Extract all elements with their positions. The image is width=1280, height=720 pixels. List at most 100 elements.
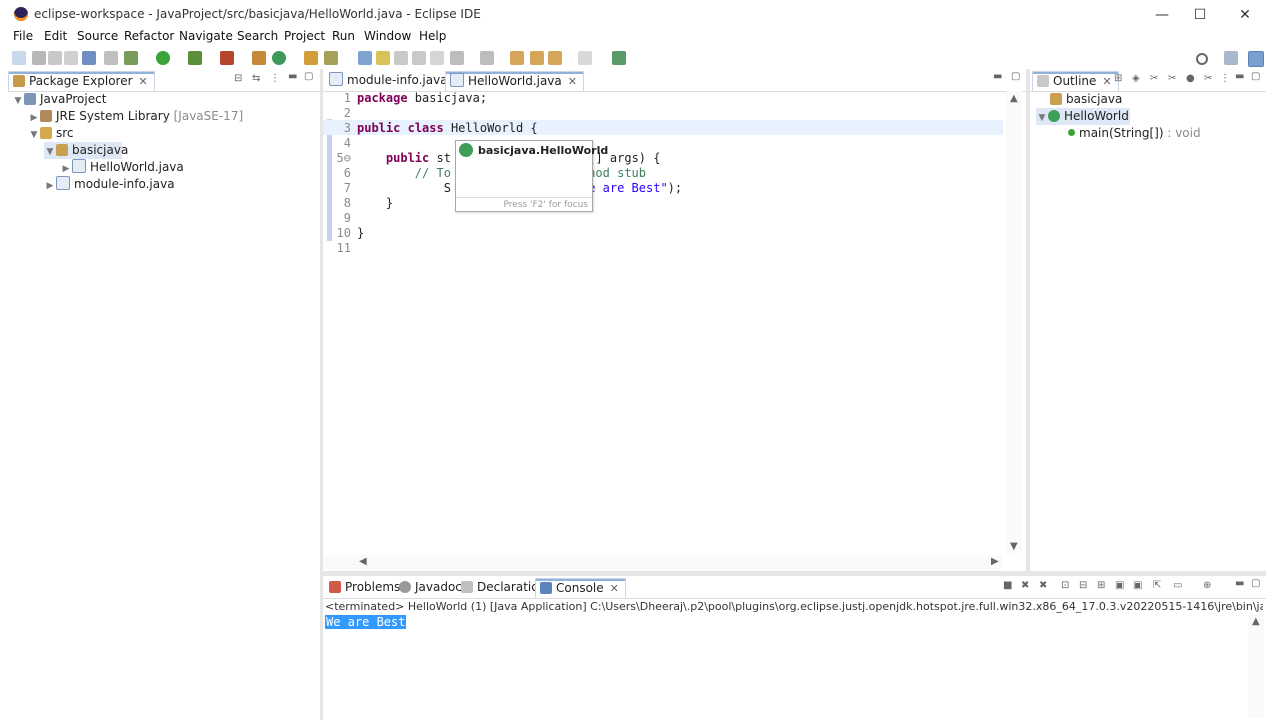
view-menu-icon[interactable]: ⋮ xyxy=(1220,73,1230,84)
maximize-view-icon[interactable]: ▢ xyxy=(1251,578,1260,589)
scroll-right-icon[interactable]: ▶ xyxy=(991,556,999,567)
tree-item-module-info[interactable]: ▶ module-info.java xyxy=(44,176,175,193)
hide-static-icon[interactable]: ✂ xyxy=(1150,73,1158,84)
outline-package[interactable]: basicjava xyxy=(1050,91,1122,108)
maximize-view-icon[interactable]: ▢ xyxy=(1011,71,1020,82)
show-on-output-icon[interactable]: ▣ xyxy=(1115,580,1124,591)
navigate-back-icon[interactable] xyxy=(548,51,562,65)
outline-class[interactable]: ▼ HelloWorld xyxy=(1036,108,1130,125)
new-package-icon[interactable] xyxy=(252,51,266,65)
menu-window[interactable]: Window xyxy=(364,29,411,43)
pin-console-icon[interactable]: ⇱ xyxy=(1153,580,1161,591)
code-line[interactable]: 2 xyxy=(323,106,357,121)
next-edit-icon[interactable] xyxy=(450,51,464,65)
minimize-view-icon[interactable]: ▬ xyxy=(993,71,1002,82)
new-icon[interactable] xyxy=(12,51,26,65)
save-all-icon[interactable] xyxy=(48,51,62,65)
outline-method[interactable]: main(String[]) : void xyxy=(1068,125,1201,142)
word-wrap-icon[interactable]: ⊞ xyxy=(1097,580,1105,591)
run-icon[interactable] xyxy=(156,51,170,65)
console-output[interactable]: We are Best xyxy=(325,615,407,629)
sort-icon[interactable]: ⊞ xyxy=(1114,73,1122,84)
previous-edit-icon[interactable] xyxy=(480,51,494,65)
block-selection-icon[interactable] xyxy=(394,51,408,65)
collapse-all-icon[interactable]: ⊟ xyxy=(234,73,242,84)
code-line[interactable]: 8 } xyxy=(323,196,393,211)
save-icon[interactable] xyxy=(32,51,46,65)
toggle-mark-occurrences-icon[interactable] xyxy=(376,51,390,65)
tree-item-jre[interactable]: ▶ JRE System Library [JavaSE-17] xyxy=(28,108,244,125)
tab-package-explorer[interactable]: Package Explorer ✕ xyxy=(8,71,155,91)
chevron-down-icon[interactable]: ▼ xyxy=(12,93,24,110)
console-scrollbar[interactable]: ▲ xyxy=(1248,614,1264,718)
code-line[interactable]: 9 xyxy=(323,211,357,226)
code-line[interactable]: 1 package basicjava; xyxy=(323,91,487,106)
close-tab-icon[interactable]: ✕ xyxy=(610,582,619,595)
pin-editor-icon[interactable] xyxy=(612,51,626,65)
open-type-icon[interactable] xyxy=(304,51,318,65)
forward-icon[interactable] xyxy=(530,51,544,65)
scroll-up-icon[interactable]: ▲ xyxy=(1010,93,1018,104)
scroll-down-icon[interactable]: ▼ xyxy=(1010,541,1018,552)
filter-icon[interactable]: ✂ xyxy=(1204,73,1212,84)
code-line[interactable]: 11 xyxy=(323,241,357,256)
view-menu-icon[interactable]: ⋮ xyxy=(270,73,280,84)
new-class-icon[interactable] xyxy=(272,51,286,65)
navigate-forward-icon[interactable] xyxy=(578,51,592,65)
remove-all-icon[interactable]: ✖ xyxy=(1039,580,1047,591)
menu-edit[interactable]: Edit xyxy=(44,29,67,43)
tab-outline[interactable]: Outline ✕ xyxy=(1032,71,1119,91)
word-wrap-icon[interactable] xyxy=(412,51,426,65)
close-tab-icon[interactable]: ✕ xyxy=(139,75,148,88)
code-line[interactable]: 10} xyxy=(323,226,365,241)
code-line[interactable]: 3 public class HelloWorld { xyxy=(323,121,538,136)
skip-breakpoints-icon[interactable] xyxy=(104,51,118,65)
menu-refactor[interactable]: Refactor xyxy=(124,29,174,43)
scroll-up-icon[interactable]: ▲ xyxy=(1252,616,1260,627)
display-console-icon[interactable]: ▭ xyxy=(1173,580,1182,591)
external-tools-icon[interactable] xyxy=(220,51,234,65)
terminal-icon[interactable] xyxy=(82,51,96,65)
minimize-view-icon[interactable]: ▬ xyxy=(288,71,297,82)
scroll-lock-icon[interactable]: ⊟ xyxy=(1079,580,1087,591)
menu-navigate[interactable]: Navigate xyxy=(179,29,233,43)
hide-fields-icon[interactable]: ◈ xyxy=(1132,73,1140,84)
debug-icon[interactable] xyxy=(124,51,138,65)
chevron-down-icon[interactable]: ▼ xyxy=(28,127,40,144)
open-perspective-icon[interactable] xyxy=(1224,51,1238,65)
link-editor-icon[interactable]: ⇆ xyxy=(252,73,260,84)
open-console-icon[interactable]: ⊕ xyxy=(1203,580,1211,591)
menu-file[interactable]: File xyxy=(13,29,33,43)
scroll-left-icon[interactable]: ◀ xyxy=(359,556,367,567)
menu-source[interactable]: Source xyxy=(77,29,118,43)
coverage-icon[interactable] xyxy=(188,51,202,65)
menu-project[interactable]: Project xyxy=(284,29,325,43)
search-tool-icon[interactable] xyxy=(324,51,338,65)
tree-item-project[interactable]: ▼ JavaProject xyxy=(12,91,107,110)
remove-launch-icon[interactable]: ✖ xyxy=(1021,580,1029,591)
minimize-view-icon[interactable]: ▬ xyxy=(1235,578,1244,589)
tab-helloworld[interactable]: HelloWorld.java ✕ xyxy=(445,71,584,91)
terminate-icon[interactable]: ■ xyxy=(1003,580,1012,591)
tree-item-src[interactable]: ▼ src xyxy=(28,125,74,142)
show-on-error-icon[interactable]: ▣ xyxy=(1133,580,1142,591)
chevron-right-icon[interactable]: ▶ xyxy=(44,178,56,195)
back-icon[interactable] xyxy=(510,51,524,65)
clear-console-icon[interactable]: ⊡ xyxy=(1061,580,1069,591)
tab-module-info[interactable]: module-info.java xyxy=(325,71,454,90)
search-icon[interactable] xyxy=(1196,53,1208,65)
hide-non-public-icon[interactable]: ✂ xyxy=(1168,73,1176,84)
close-tab-icon[interactable]: ✕ xyxy=(1102,75,1111,88)
maximize-view-icon[interactable]: ▢ xyxy=(1251,71,1260,82)
chevron-down-icon[interactable]: ▼ xyxy=(1036,110,1048,127)
chevron-down-icon[interactable]: ▼ xyxy=(44,144,56,161)
hide-local-types-icon[interactable]: ● xyxy=(1186,73,1195,84)
editor-horizontal-scrollbar[interactable]: ◀ ▶ xyxy=(323,555,1003,569)
close-button[interactable]: ✕ xyxy=(1222,2,1268,28)
print-icon[interactable] xyxy=(64,51,78,65)
menu-search[interactable]: Search xyxy=(237,29,278,43)
close-tab-icon[interactable]: ✕ xyxy=(568,75,577,88)
next-annotation-icon[interactable] xyxy=(358,51,372,65)
maximize-button[interactable]: ☐ xyxy=(1177,2,1223,28)
tab-console[interactable]: Console ✕ xyxy=(535,578,626,598)
